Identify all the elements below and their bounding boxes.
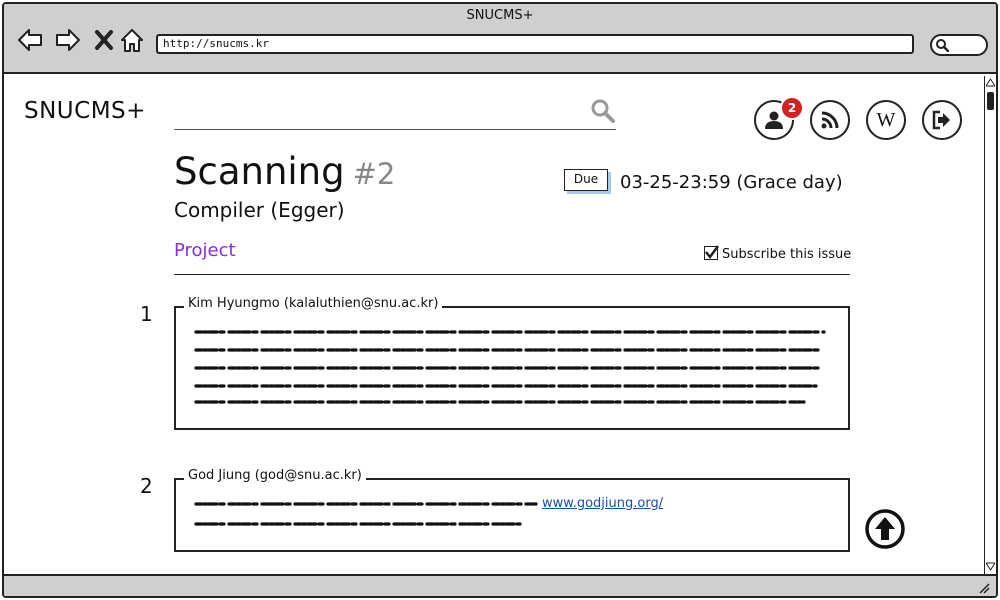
browser-chrome: SNUCMS+ http://snucms.kr xyxy=(4,4,996,74)
browser-window: SNUCMS+ http://snucms.kr SNUCMS+ 2 W Sca… xyxy=(2,2,998,598)
rss-icon xyxy=(821,111,839,129)
subscribe-checkbox[interactable]: Subscribe this issue xyxy=(704,244,851,262)
comment-author: God Jiung (god@snu.ac.kr) xyxy=(184,468,366,483)
comment-author: Kim Hyungmo (kalaluthien@snu.ac.kr) xyxy=(184,296,443,311)
comment-text-redacted xyxy=(194,330,826,404)
close-icon xyxy=(95,30,113,50)
back-button[interactable] xyxy=(16,26,44,54)
checkbox[interactable] xyxy=(704,245,720,260)
wiki-button[interactable]: W xyxy=(866,100,906,140)
scroll-to-top-button[interactable] xyxy=(864,508,906,550)
rss-button[interactable] xyxy=(810,100,850,140)
search-icon[interactable] xyxy=(590,98,616,124)
category-link[interactable]: Project xyxy=(174,240,236,261)
notification-badge: 2 xyxy=(780,96,804,120)
home-button[interactable] xyxy=(118,26,146,54)
issue-title: Scanning #2 xyxy=(174,150,395,193)
checkmark-icon xyxy=(705,245,720,260)
home-icon xyxy=(121,29,143,52)
comment-box: God Jiung (god@snu.ac.kr) www.godjiung.o… xyxy=(174,468,850,552)
comment-text-redacted xyxy=(194,502,538,526)
forward-button[interactable] xyxy=(54,26,82,54)
comment-link[interactable]: www.godjiung.org/ xyxy=(542,496,663,511)
scrollbar-thumb[interactable] xyxy=(987,92,994,110)
back-arrow-icon xyxy=(18,29,42,51)
course-name: Compiler (Egger) xyxy=(174,198,345,222)
logout-button[interactable] xyxy=(922,100,962,140)
logout-icon xyxy=(932,110,950,130)
stop-button[interactable] xyxy=(90,26,118,54)
due-badge: Due xyxy=(564,169,608,191)
window-title: SNUCMS+ xyxy=(466,8,534,23)
comment-index: 2 xyxy=(140,474,153,498)
resize-grip-icon[interactable] xyxy=(978,582,990,594)
scroll-down-icon[interactable] xyxy=(986,562,995,571)
search-input[interactable] xyxy=(174,98,574,126)
comment-index: 1 xyxy=(140,302,153,326)
wiki-icon: W xyxy=(876,109,896,131)
profile-button[interactable]: 2 xyxy=(754,96,804,140)
forward-arrow-icon xyxy=(56,29,80,51)
issue-title-text: Scanning xyxy=(174,150,345,193)
search-icon xyxy=(936,39,949,52)
subscribe-label: Subscribe this issue xyxy=(722,247,852,262)
issue-number: #2 xyxy=(352,157,396,191)
arrow-up-circle-icon xyxy=(865,509,905,549)
scroll-up-icon[interactable] xyxy=(986,78,995,87)
site-search xyxy=(174,94,616,130)
header-divider xyxy=(174,274,850,275)
comment-box: Kim Hyungmo (kalaluthien@snu.ac.kr) xyxy=(174,296,850,430)
site-logo[interactable]: SNUCMS+ xyxy=(24,98,146,124)
url-bar[interactable]: http://snucms.kr xyxy=(156,34,914,54)
browser-search-field[interactable] xyxy=(930,34,988,56)
vertical-scrollbar[interactable] xyxy=(984,76,996,574)
page-content: SNUCMS+ 2 W Scanning #2 Compiler (Egger)… xyxy=(4,76,984,574)
due-date: 03-25-23:59 (Grace day) xyxy=(620,172,843,193)
status-bar xyxy=(4,574,996,596)
